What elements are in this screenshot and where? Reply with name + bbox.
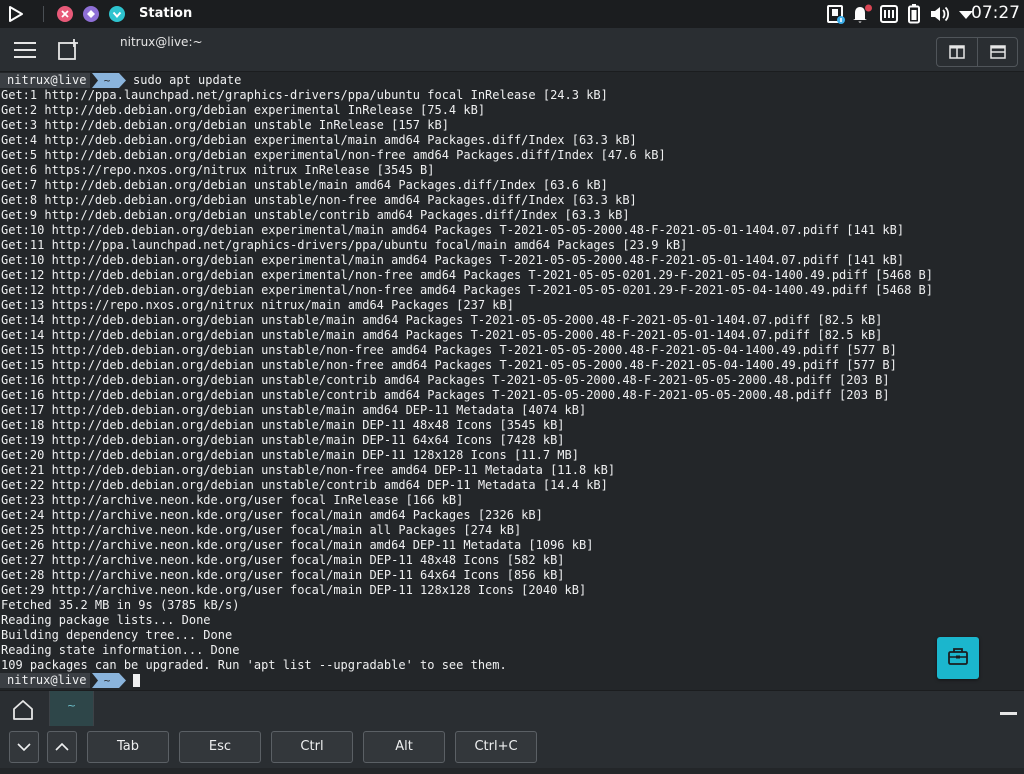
clock[interactable]: 07:27 <box>971 3 1020 23</box>
output-line: Get:10 http://deb.debian.org/debian expe… <box>1 223 905 237</box>
output-line: Get:3 http://deb.debian.org/debian unsta… <box>1 118 449 132</box>
launcher-icon[interactable] <box>7 5 25 23</box>
output-line: Reading package lists... Done <box>1 613 211 627</box>
output-line: Get:14 http://deb.debian.org/debian unst… <box>1 313 883 327</box>
arrow-up-key[interactable] <box>47 731 77 763</box>
maximize-icon[interactable] <box>109 6 125 22</box>
split-vertical-button[interactable] <box>977 38 1017 66</box>
output-line: Get:29 http://archive.neon.kde.org/user … <box>1 583 587 597</box>
prompt-dir: ~ <box>104 674 111 687</box>
ctrl-c-key[interactable]: Ctrl+C <box>455 731 537 763</box>
special-keys-bar: Tab Esc Ctrl Alt Ctrl+C <box>0 727 1024 768</box>
output-line: Get:12 http://deb.debian.org/debian expe… <box>1 268 933 282</box>
chevron-down-icon <box>17 743 31 752</box>
prompt-user: nitrux@live <box>0 73 91 88</box>
output-line: Get:1 http://ppa.launchpad.net/graphics-… <box>1 88 608 102</box>
new-tab-icon[interactable] <box>57 39 79 61</box>
output-line: Get:28 http://archive.neon.kde.org/user … <box>1 568 565 582</box>
output-line: Reading state information... Done <box>1 643 240 657</box>
output-line: Get:24 http://archive.neon.kde.org/user … <box>1 508 543 522</box>
output-line: Get:7 http://deb.debian.org/debian unsta… <box>1 178 608 192</box>
esc-key[interactable]: Esc <box>179 731 261 763</box>
output-line: Get:16 http://deb.debian.org/debian unst… <box>1 388 890 402</box>
output-line: Get:6 https://repo.nxos.org/nitrux nitru… <box>1 163 435 177</box>
output-line: Get:19 http://deb.debian.org/debian unst… <box>1 433 565 447</box>
prompt-command: sudo apt update <box>133 73 242 87</box>
prompt-dir: ~ <box>104 74 111 87</box>
output-line: Fetched 35.2 MB in 9s (3785 kB/s) <box>1 598 240 612</box>
output-line: Get:22 http://deb.debian.org/debian unst… <box>1 478 608 492</box>
top-panel: Station 07:27 <box>0 0 1024 29</box>
close-icon[interactable] <box>57 6 73 22</box>
battery-icon[interactable] <box>905 4 923 24</box>
output-line: Get:10 http://deb.debian.org/debian expe… <box>1 253 905 267</box>
output-line: Get:4 http://deb.debian.org/debian exper… <box>1 133 637 147</box>
prompt-dir-segment: ~ <box>92 73 126 88</box>
tab-key[interactable]: Tab <box>87 731 169 763</box>
toolbox-button[interactable] <box>937 637 979 679</box>
session-title: nitrux@live:~ <box>120 35 203 49</box>
output-line: Get:13 https://repo.nxos.org/nitrux nitr… <box>1 298 514 312</box>
split-horizontal-icon <box>949 45 965 59</box>
output-line: Get:8 http://deb.debian.org/debian unsta… <box>1 193 637 207</box>
split-horizontal-button[interactable] <box>937 38 977 66</box>
window-title: Station <box>139 6 193 21</box>
minimize-icon[interactable] <box>83 6 99 22</box>
output-line: Get:23 http://archive.neon.kde.org/user … <box>1 493 464 507</box>
prompt-dir-segment: ~ <box>92 673 126 688</box>
notifications-icon[interactable] <box>851 4 873 24</box>
output-line: Get:25 http://archive.neon.kde.org/user … <box>1 523 522 537</box>
menu-icon[interactable] <box>14 42 36 58</box>
terminal-area[interactable]: nitrux@live ~ sudo apt update Get:1 http… <box>0 72 1024 690</box>
output-line: Get:5 http://deb.debian.org/debian exper… <box>1 148 666 162</box>
tab-overflow-icon[interactable] <box>1000 712 1017 715</box>
alt-key[interactable]: Alt <box>363 731 445 763</box>
output-line: 109 packages can be upgraded. Run 'apt l… <box>1 658 507 672</box>
tab-bar: ~ <box>0 690 1024 727</box>
output-line: Get:16 http://deb.debian.org/debian unst… <box>1 373 890 387</box>
tab-label: ~ <box>66 699 77 712</box>
tab-home[interactable]: ~ <box>49 691 94 726</box>
output-line: Get:15 http://deb.debian.org/debian unst… <box>1 343 897 357</box>
panel-separator <box>43 6 44 22</box>
split-button-group <box>936 37 1018 67</box>
kde-connect-icon[interactable] <box>826 4 846 24</box>
network-icon[interactable] <box>879 4 899 24</box>
toolbox-icon <box>948 648 968 665</box>
terminal-header: nitrux@live:~ <box>0 28 1024 72</box>
output-line: Get:15 http://deb.debian.org/debian unst… <box>1 358 897 372</box>
output-line: Get:21 http://deb.debian.org/debian unst… <box>1 463 616 477</box>
output-line: Building dependency tree... Done <box>1 628 233 642</box>
output-line: Get:12 http://deb.debian.org/debian expe… <box>1 283 933 297</box>
home-icon[interactable] <box>10 699 36 721</box>
text-cursor <box>133 674 140 687</box>
output-line: Get:9 http://deb.debian.org/debian unsta… <box>1 208 630 222</box>
output-line: Get:18 http://deb.debian.org/debian unst… <box>1 418 565 432</box>
output-line: Get:14 http://deb.debian.org/debian unst… <box>1 328 883 342</box>
output-line: Get:27 http://archive.neon.kde.org/user … <box>1 553 565 567</box>
volume-icon[interactable] <box>929 4 951 24</box>
output-line: Get:17 http://deb.debian.org/debian unst… <box>1 403 587 417</box>
output-line: Get:11 http://ppa.launchpad.net/graphics… <box>1 238 688 252</box>
output-line: Get:26 http://archive.neon.kde.org/user … <box>1 538 594 552</box>
output-line: Get:2 http://deb.debian.org/debian exper… <box>1 103 486 117</box>
chevron-up-icon <box>55 742 69 751</box>
output-line: Get:20 http://deb.debian.org/debian unst… <box>1 448 579 462</box>
split-vertical-icon <box>990 45 1006 59</box>
ctrl-key[interactable]: Ctrl <box>271 731 353 763</box>
arrow-down-key[interactable] <box>9 731 39 763</box>
prompt-user: nitrux@live <box>0 673 91 688</box>
